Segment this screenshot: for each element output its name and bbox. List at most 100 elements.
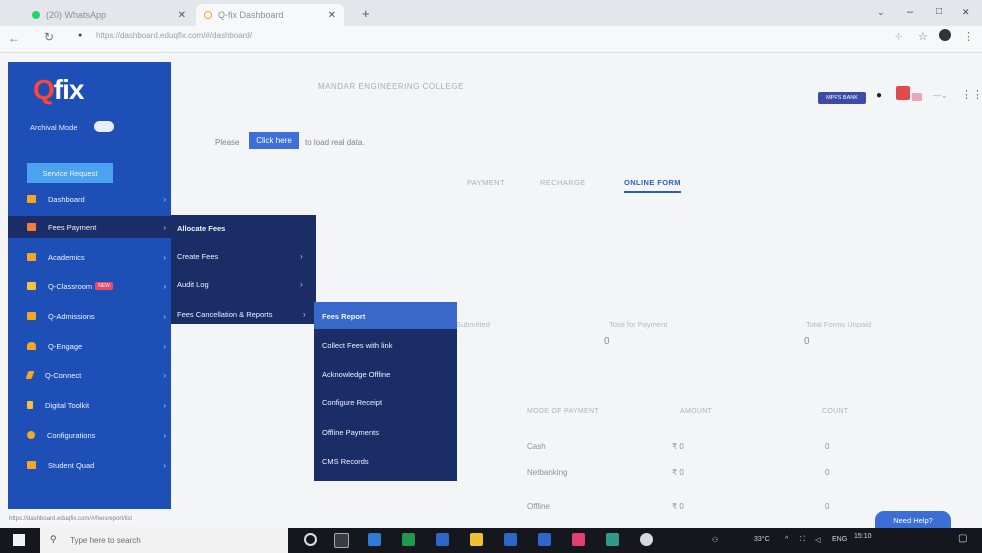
tab-online-form[interactable]: ONLINE FORM bbox=[624, 178, 681, 193]
file-explorer-icon[interactable] bbox=[470, 533, 483, 546]
qfix-logo[interactable]: Qfix bbox=[33, 74, 84, 106]
stat-payment-label: Total for Payment bbox=[609, 320, 668, 329]
url-input[interactable]: https://dashboard.eduqfix.com/#/dashboar… bbox=[96, 31, 252, 40]
notice-prefix: Please bbox=[215, 138, 240, 147]
gear-icon bbox=[27, 431, 35, 439]
service-request-button[interactable]: Service Request bbox=[27, 163, 113, 183]
clock-text[interactable]: 15:10 bbox=[854, 533, 872, 540]
college-name: MANDAR ENGINEERING COLLEGE bbox=[318, 82, 464, 91]
bookmark-star-icon[interactable]: ☆ bbox=[918, 30, 928, 43]
tray-up-arrow-icon[interactable]: ^ bbox=[785, 536, 788, 543]
tab-qfix[interactable]: Q-fix Dashboard ✕ bbox=[196, 4, 344, 26]
app-icon[interactable] bbox=[572, 533, 585, 546]
search-icon: ⚲ bbox=[50, 534, 57, 544]
archival-mode-toggle[interactable] bbox=[94, 121, 114, 132]
status-bar-url: https://dashboard.eduqfix.com/#/feesrepo… bbox=[6, 515, 136, 523]
user-menu-icon[interactable]: —⌄ bbox=[933, 91, 948, 100]
sidebar-item-dashboard[interactable]: Dashboard › bbox=[27, 188, 171, 210]
language-text[interactable]: ENG bbox=[832, 536, 847, 543]
extension-icon[interactable]: ⊹ bbox=[895, 31, 903, 42]
close-tab-icon[interactable]: ✕ bbox=[178, 10, 186, 21]
new-tab-button[interactable]: + bbox=[362, 6, 370, 21]
lock-icon: ● bbox=[78, 32, 83, 39]
sidebar-item-q-connect[interactable]: Q-Connect › bbox=[25, 364, 171, 386]
sidebar-item-student-quad[interactable]: Student Quad › bbox=[27, 454, 171, 476]
apps-grid-icon[interactable]: ⋮⋮ bbox=[961, 88, 982, 101]
sidebar-item-q-admissions[interactable]: Q-Admissions › bbox=[27, 305, 171, 327]
menu-item-configure-receipt[interactable]: Configure Receipt bbox=[322, 398, 382, 407]
sidebar-item-configurations[interactable]: Configurations › bbox=[27, 424, 171, 446]
profile-avatar[interactable] bbox=[939, 29, 951, 41]
new-badge: NEW bbox=[95, 282, 113, 290]
app-icon[interactable] bbox=[504, 533, 517, 546]
windows-start-icon[interactable] bbox=[13, 534, 25, 546]
menu-item-audit-log[interactable]: Audit Log bbox=[177, 280, 209, 289]
back-arrow-icon[interactable]: ← bbox=[8, 31, 20, 45]
chevron-right-icon: › bbox=[163, 281, 166, 291]
chrome-icon[interactable] bbox=[640, 533, 653, 546]
browser-menu-icon[interactable]: ⋮ bbox=[963, 30, 974, 43]
menu-item-create-fees[interactable]: Create Fees bbox=[177, 252, 218, 261]
close-tab-icon[interactable]: ✕ bbox=[328, 10, 336, 21]
chevron-right-icon: › bbox=[163, 222, 166, 232]
sidebar-item-q-classroom[interactable]: Q-Classroom NEW › bbox=[27, 275, 171, 297]
bank-badge[interactable]: MPFS BANK bbox=[818, 92, 866, 104]
click-here-button[interactable]: Click here bbox=[249, 132, 299, 149]
stat-payment-value: 0 bbox=[604, 336, 610, 347]
tab-whatsapp[interactable]: (20) WhatsApp ✕ bbox=[24, 4, 194, 26]
chevron-right-icon: › bbox=[163, 252, 166, 262]
table-header-count: COUNT bbox=[822, 408, 849, 415]
notification-icon[interactable] bbox=[912, 93, 922, 101]
table-cell-count: 0 bbox=[825, 502, 830, 511]
close-window-button[interactable]: ✕ bbox=[962, 7, 970, 18]
sidebar-item-fees-payment[interactable]: Fees Payment › bbox=[8, 216, 171, 238]
tab-payment[interactable]: PAYMENT bbox=[467, 178, 505, 187]
weather-text[interactable]: 33°C bbox=[754, 536, 770, 543]
admissions-icon bbox=[27, 312, 36, 320]
tab-recharge[interactable]: RECHARGE bbox=[540, 178, 586, 187]
maximize-button[interactable]: □ bbox=[936, 6, 942, 17]
notice-suffix: to load real data. bbox=[305, 138, 365, 147]
table-header-amount: AMOUNT bbox=[680, 408, 713, 415]
chevron-down-icon[interactable]: ⌄ bbox=[877, 7, 885, 18]
minimize-button[interactable]: – bbox=[907, 6, 913, 18]
notifications-icon[interactable]: ▢ bbox=[958, 533, 967, 544]
table-cell-count: 0 bbox=[825, 468, 830, 477]
need-help-button[interactable]: Need Help? bbox=[875, 511, 951, 529]
table-cell-amount: ₹ 0 bbox=[672, 468, 684, 477]
fees-icon bbox=[27, 223, 36, 231]
translate-icon[interactable] bbox=[896, 86, 910, 100]
cortana-icon[interactable] bbox=[304, 533, 317, 546]
excel-icon[interactable] bbox=[402, 533, 415, 546]
chevron-right-icon: › bbox=[163, 460, 166, 470]
app-icon[interactable] bbox=[606, 533, 619, 546]
menu-item-acknowledge-offline[interactable]: Acknowledge Offline bbox=[322, 370, 390, 379]
sidebar-item-academics[interactable]: Academics › bbox=[27, 246, 171, 268]
task-view-icon[interactable] bbox=[334, 533, 349, 548]
qfix-favicon-icon bbox=[204, 11, 212, 19]
menu-item-fees-report[interactable]: Fees Report bbox=[322, 312, 365, 321]
chevron-right-icon: › bbox=[163, 400, 166, 410]
dashboard-icon bbox=[27, 195, 36, 203]
volume-icon[interactable]: ◁ bbox=[815, 536, 820, 544]
network-icon[interactable]: ⛶ bbox=[800, 536, 805, 544]
menu-item-cms-records[interactable]: CMS Records bbox=[322, 457, 369, 466]
menu-item-collect-fees-with-link[interactable]: Collect Fees with link bbox=[322, 341, 392, 350]
app-icon[interactable] bbox=[436, 533, 449, 546]
chevron-right-icon: › bbox=[300, 252, 303, 261]
bell-icon[interactable]: ● bbox=[876, 90, 882, 101]
person-icon[interactable]: ⚇ bbox=[712, 536, 718, 544]
app-icon[interactable] bbox=[538, 533, 551, 546]
chevron-right-icon: › bbox=[163, 341, 166, 351]
menu-item-fees-cancellation-reports[interactable]: Fees Cancellation & Reports bbox=[177, 310, 272, 319]
chevron-right-icon: › bbox=[163, 370, 166, 380]
app-icon[interactable] bbox=[368, 533, 381, 546]
chevron-right-icon: › bbox=[163, 311, 166, 321]
table-cell-mode: Offline bbox=[527, 502, 550, 511]
sidebar-item-digital-toolkit[interactable]: Digital Toolkit › bbox=[27, 394, 171, 416]
sidebar-item-q-engage[interactable]: Q-Engage › bbox=[27, 335, 171, 357]
menu-item-allocate-fees[interactable]: Allocate Fees bbox=[177, 224, 225, 233]
tab-title: (20) WhatsApp bbox=[46, 10, 107, 20]
menu-item-offline-payments[interactable]: Offline Payments bbox=[322, 428, 379, 437]
reload-icon[interactable]: ↻ bbox=[44, 30, 54, 44]
